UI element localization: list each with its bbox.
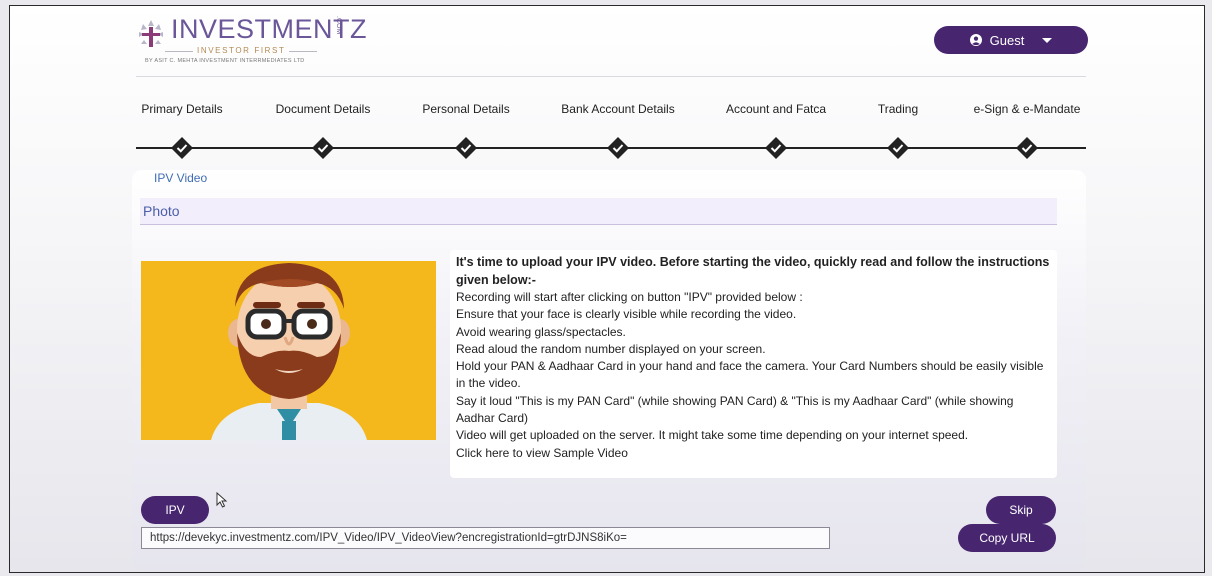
chevron-down-icon [1042, 37, 1053, 43]
instruction-item: Read aloud the random number displayed o… [456, 341, 766, 356]
step-check-icon[interactable] [606, 136, 630, 160]
breadcrumb[interactable]: IPV Video [154, 171, 207, 185]
instructions-panel: It's time to upload your IPV video. Befo… [450, 250, 1057, 478]
section-title: Photo [140, 198, 1057, 225]
step-label-primary-details[interactable]: Primary Details [141, 102, 222, 116]
step-label-account-and-fatca[interactable]: Account and Fatca [726, 102, 826, 116]
instruction-item: Video will get uploaded on the server. I… [456, 428, 969, 443]
step-label-document-details[interactable]: Document Details [276, 102, 371, 116]
ipv-button[interactable]: IPV [141, 496, 209, 524]
header-divider [136, 76, 1086, 77]
logo-emblem-icon [139, 20, 163, 47]
man-with-glasses-icon [141, 261, 436, 440]
instruction-item: Recording will start after clicking on b… [456, 290, 803, 304]
brand-logo[interactable]: INVESTMENTZ .COM INVESTOR FIRST BY ASIT … [135, 12, 367, 64]
instructions-title: It's time to upload your IPV video. Befo… [456, 255, 1050, 287]
step-check-icon[interactable] [764, 136, 788, 160]
step-check-icon[interactable] [170, 136, 194, 160]
mouse-cursor-icon [216, 492, 228, 508]
sample-video-link[interactable]: Click here to view Sample Video [456, 445, 1051, 462]
instruction-item: Ensure that your face is clearly visible… [456, 307, 797, 322]
step-label-bank-account-details[interactable]: Bank Account Details [561, 102, 674, 116]
user-menu-button[interactable]: Guest [934, 26, 1088, 54]
avatar-illustration [141, 261, 436, 440]
brand-tagline: INVESTOR FIRST [164, 46, 319, 55]
step-check-icon[interactable] [454, 136, 478, 160]
instruction-item: Say it loud "This is my PAN Card" (while… [456, 393, 1014, 426]
step-check-icon[interactable] [1015, 136, 1039, 160]
skip-button[interactable]: Skip [986, 496, 1056, 524]
instruction-item: Avoid wearing glass/spectacles. [456, 324, 626, 339]
brand-byline: BY ASIT C. MEHTA INVESTMENT INTERRMEDIAT… [145, 58, 305, 64]
user-menu-label: Guest [989, 32, 1025, 48]
step-check-icon[interactable] [886, 136, 910, 160]
brand-suffix: .COM [335, 16, 342, 35]
instruction-item: Hold your PAN & Aadhaar Card in your han… [456, 359, 1044, 391]
copy-url-button[interactable]: Copy URL [958, 524, 1056, 552]
step-label-personal-details[interactable]: Personal Details [422, 102, 509, 116]
ipv-url-field[interactable] [141, 527, 830, 549]
step-label-esign-emandate[interactable]: e-Sign & e-Mandate [974, 102, 1081, 116]
step-label-trading[interactable]: Trading [878, 102, 918, 116]
user-icon [969, 34, 982, 46]
step-check-icon[interactable] [311, 136, 335, 160]
